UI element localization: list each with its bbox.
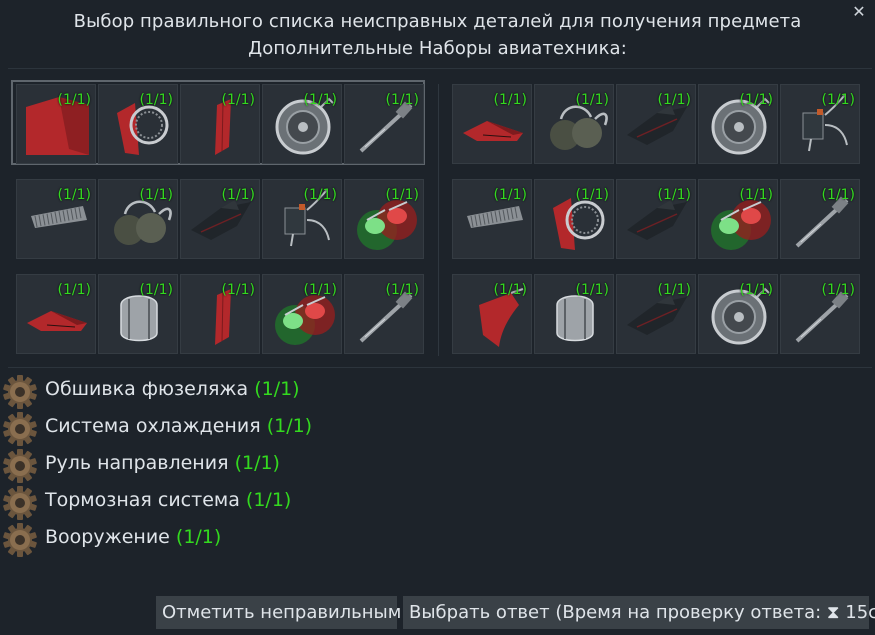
part-slot[interactable]: (1/1) (16, 179, 96, 259)
close-icon[interactable]: ✕ (851, 4, 867, 20)
part-name: Система охлаждения (1/1) (45, 415, 312, 437)
part-slot[interactable]: (1/1) (616, 274, 696, 354)
part-count: (1/1) (303, 282, 337, 298)
part-slot[interactable]: (1/1) (534, 274, 614, 354)
gear-icon (2, 448, 38, 484)
part-slot[interactable]: (1/1) (616, 84, 696, 164)
part-slot[interactable]: (1/1) (262, 274, 342, 354)
part-slot[interactable]: (1/1) (98, 274, 178, 354)
gear-icon (2, 411, 38, 447)
part-count: (1/1) (139, 282, 173, 298)
part-slot[interactable]: (1/1) (16, 274, 96, 354)
part-count: (1/1) (221, 92, 255, 108)
part-count: (1/1) (385, 282, 419, 298)
part-slot[interactable]: (1/1) (698, 179, 778, 259)
part-list-count: (1/1) (175, 526, 222, 548)
part-slot[interactable]: (1/1) (698, 274, 778, 354)
part-count: (1/1) (493, 187, 527, 203)
grid-divider (8, 367, 872, 368)
gear-icon (2, 522, 38, 558)
part-count: (1/1) (385, 187, 419, 203)
part-slot[interactable]: (1/1) (698, 84, 778, 164)
parts-list-item: Обшивка фюзеляжа (1/1) (2, 372, 422, 409)
part-count: (1/1) (821, 282, 855, 298)
parts-list-item: Руль направления (1/1) (2, 446, 422, 483)
part-slot[interactable]: (1/1) (262, 84, 342, 164)
part-slot[interactable]: (1/1) (616, 179, 696, 259)
part-slot[interactable]: (1/1) (180, 179, 260, 259)
title-line-2: Дополнительные Наборы авиатехника: (248, 38, 627, 59)
part-count: (1/1) (221, 282, 255, 298)
mark-wrong-button[interactable]: Отметить неправильным (156, 596, 401, 629)
sets-divider (438, 84, 439, 356)
part-slot[interactable]: (1/1) (452, 274, 532, 354)
part-name: Тормозная система (1/1) (45, 489, 291, 511)
part-count: (1/1) (739, 92, 773, 108)
part-name: Вооружение (1/1) (45, 526, 221, 548)
part-slot[interactable]: (1/1) (262, 179, 342, 259)
part-count: (1/1) (221, 187, 255, 203)
gear-icon (2, 485, 38, 521)
part-count: (1/1) (657, 187, 691, 203)
part-list-count: (1/1) (234, 452, 280, 474)
parts-list-item: Система охлаждения (1/1) (2, 409, 422, 446)
part-count: (1/1) (821, 92, 855, 108)
dialog-title: Выбор правильного списка неисправных дет… (0, 8, 875, 62)
part-slot[interactable]: (1/1) (344, 84, 424, 164)
part-list-count: (1/1) (245, 489, 292, 511)
header-divider (8, 68, 872, 69)
part-count: (1/1) (57, 187, 91, 203)
part-list-count: (1/1) (254, 378, 300, 400)
part-slot[interactable]: (1/1) (780, 84, 860, 164)
part-count: (1/1) (385, 92, 419, 108)
part-count: (1/1) (493, 92, 527, 108)
part-label: Система охлаждения (45, 415, 261, 437)
part-slot[interactable]: (1/1) (98, 179, 178, 259)
gear-icon (2, 374, 38, 410)
part-count: (1/1) (303, 92, 337, 108)
part-count: (1/1) (575, 187, 609, 203)
part-count: (1/1) (575, 92, 609, 108)
part-slot[interactable]: (1/1) (534, 179, 614, 259)
part-count: (1/1) (57, 282, 91, 298)
part-count: (1/1) (657, 92, 691, 108)
part-label: Вооружение (45, 526, 170, 548)
part-count: (1/1) (139, 187, 173, 203)
parts-list-item: Тормозная система (1/1) (2, 483, 422, 520)
part-count: (1/1) (303, 187, 337, 203)
part-slot[interactable]: (1/1) (344, 179, 424, 259)
choose-answer-button[interactable]: Выбрать ответ (Время на проверку ответа:… (403, 596, 875, 629)
part-list-count: (1/1) (266, 415, 313, 437)
part-count: (1/1) (575, 282, 609, 298)
part-slot[interactable]: (1/1) (98, 84, 178, 164)
part-name: Обшивка фюзеляжа (1/1) (45, 378, 300, 400)
part-name: Руль направления (1/1) (45, 452, 280, 474)
part-count: (1/1) (139, 92, 173, 108)
part-slot[interactable]: (1/1) (780, 179, 860, 259)
part-count: (1/1) (493, 282, 527, 298)
part-slot[interactable]: (1/1) (780, 274, 860, 354)
part-slot[interactable]: (1/1) (16, 84, 96, 164)
part-count: (1/1) (739, 187, 773, 203)
title-line-1: Выбор правильного списка неисправных дет… (73, 11, 802, 32)
part-count: (1/1) (821, 187, 855, 203)
part-slot[interactable]: (1/1) (180, 274, 260, 354)
part-slot[interactable]: (1/1) (452, 179, 532, 259)
part-slot[interactable]: (1/1) (180, 84, 260, 164)
part-count: (1/1) (657, 282, 691, 298)
part-label: Тормозная система (45, 489, 240, 511)
part-label: Руль направления (45, 452, 229, 474)
parts-list-item: Вооружение (1/1) (2, 520, 422, 557)
part-count: (1/1) (57, 92, 91, 108)
part-count: (1/1) (739, 282, 773, 298)
part-slot[interactable]: (1/1) (344, 274, 424, 354)
part-slot[interactable]: (1/1) (534, 84, 614, 164)
part-label: Обшивка фюзеляжа (45, 378, 249, 400)
part-slot[interactable]: (1/1) (452, 84, 532, 164)
